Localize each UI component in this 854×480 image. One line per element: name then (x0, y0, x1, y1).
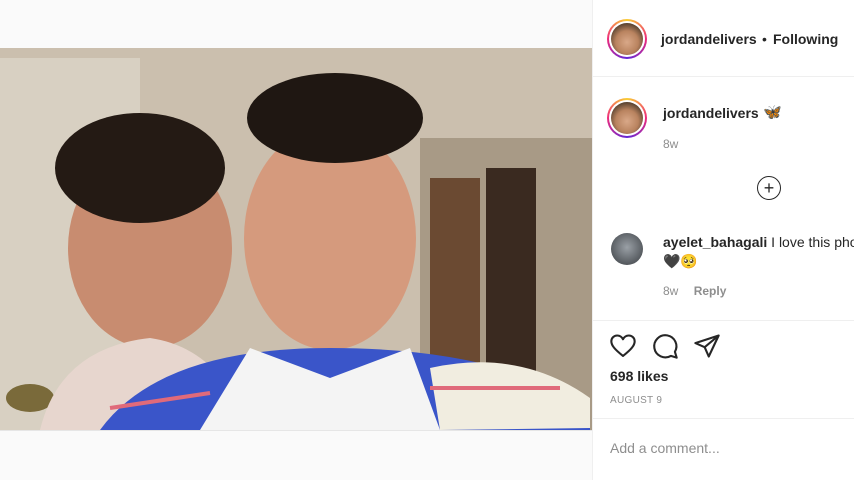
commenter-username[interactable]: ayelet_bahagali (663, 234, 767, 250)
plus-circle-icon: + (763, 178, 775, 198)
photo-illustration (0, 48, 592, 430)
comment-body: ayelet_bahagali I love this photo (663, 234, 854, 250)
load-more-comments-button[interactable]: + (757, 176, 781, 200)
comments-section: jordandelivers 🦋 8w + ayelet_bahagali I … (593, 77, 854, 321)
post-photo[interactable] (0, 48, 592, 430)
heart-icon[interactable] (609, 332, 637, 360)
author-avatar[interactable] (607, 19, 647, 59)
top-bar-area (0, 0, 592, 48)
avatar-image (611, 23, 643, 55)
post-header: jordandelivers • Following (593, 0, 854, 77)
avatar-image (611, 102, 643, 134)
comment-emoji: 🖤🥺 (663, 253, 698, 269)
post-actions: 698 likes AUGUST 9 (593, 321, 854, 419)
following-button[interactable]: Following (773, 31, 838, 47)
comment-meta: 8w Reply (663, 284, 726, 298)
post-date[interactable]: AUGUST 9 (610, 395, 662, 406)
post-side-panel: jordandelivers • Following jordandeliver… (592, 0, 854, 480)
butterfly-emoji: 🦋 (763, 104, 782, 121)
reply-button[interactable]: Reply (694, 284, 727, 298)
avatar-inner (609, 21, 645, 57)
caption-author-avatar[interactable] (607, 98, 647, 138)
caption-username[interactable]: jordandelivers (663, 105, 759, 121)
add-comment-input[interactable]: Add a comment... (610, 440, 720, 456)
comment-age[interactable]: 8w (663, 284, 678, 298)
avatar-inner (609, 100, 645, 136)
comment-icon[interactable] (651, 332, 679, 360)
follow-separator: • (762, 31, 767, 47)
commenter-avatar[interactable] (611, 233, 643, 265)
author-username[interactable]: jordandelivers (661, 31, 757, 47)
likes-count[interactable]: 698 likes (610, 368, 668, 384)
caption-age[interactable]: 8w (663, 137, 678, 151)
bottom-bar-area (0, 430, 592, 480)
comment-text: I love this photo (771, 234, 854, 250)
share-icon[interactable] (693, 332, 721, 360)
